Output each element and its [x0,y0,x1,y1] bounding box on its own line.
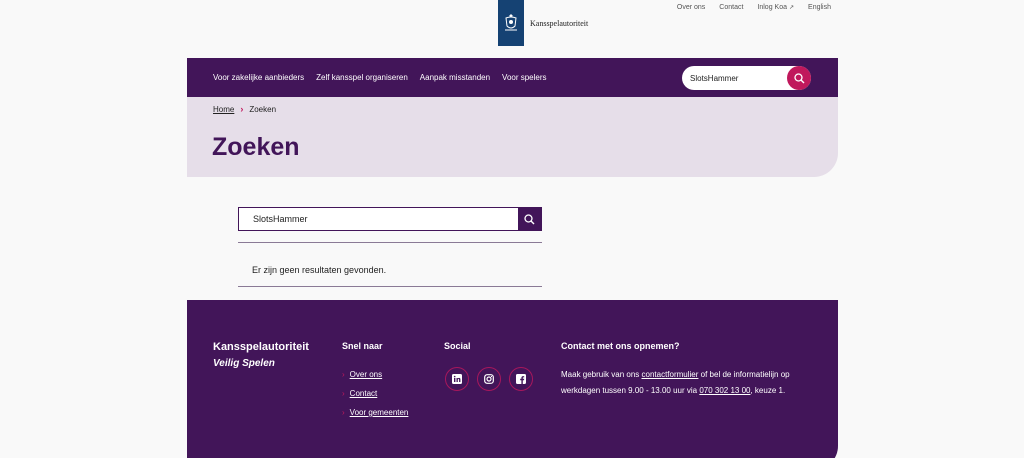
footer-quick-heading: Snel naar [342,341,383,351]
chevron-right-icon: › [342,370,345,379]
footer-link-contact[interactable]: Contact [350,389,378,398]
external-link-icon: ↗ [789,5,795,11]
breadcrumb-home[interactable]: Home [213,105,234,114]
hero: Home › Zoeken Zoeken [187,97,838,177]
footer-quick-links: › Over ons › Contact › Voor gemeenten [342,370,408,417]
nav-search [682,66,811,90]
nav-search-input[interactable] [690,71,785,85]
phone-link[interactable]: 070 302 13 00 [699,386,750,395]
footer-link-over-ons[interactable]: Over ons [350,370,382,379]
utility-nav: Over ons Contact Inlog Koa ↗ English [677,4,831,11]
instagram-button[interactable] [477,367,501,391]
main-search [238,207,542,231]
footer-contact-heading: Contact met ons opnemen? [561,341,680,351]
footer-link-item: › Over ons [342,370,408,379]
utility-link-inlog-koa[interactable]: Inlog Koa ↗ [757,4,794,11]
instagram-icon [484,374,494,384]
search-button[interactable] [518,208,541,230]
contactformulier-link[interactable]: contactformulier [642,370,699,379]
footer-link-voor-gemeenten[interactable]: Voor gemeenten [350,408,409,417]
linkedin-button[interactable] [445,367,469,391]
contact-text-3: , keuze 1. [750,386,786,395]
page: Kansspelautoriteit Over ons Contact Inlo… [0,0,1024,458]
utility-link-inlog-koa-label: Inlog Koa [757,4,787,11]
chevron-right-icon: › [240,104,244,114]
nav-search-button[interactable] [787,66,811,90]
no-results-message: Er zijn geen resultaten gevonden. [252,265,387,275]
search-input[interactable] [253,212,513,226]
utility-link-contact[interactable]: Contact [719,4,743,11]
main-nav: Voor zakelijke aanbieders Zelf kansspel … [187,58,838,97]
nav-items: Voor zakelijke aanbieders Zelf kansspel … [213,58,547,97]
linkedin-icon [452,374,462,384]
nav-item-kansspel-organiseren[interactable]: Zelf kansspel organiseren [316,73,408,82]
page-title: Zoeken [212,133,300,161]
nav-item-aanpak-misstanden[interactable]: Aanpak misstanden [420,73,490,82]
divider [238,286,542,287]
rijksoverheid-logo[interactable] [498,0,524,46]
footer-social [445,367,533,391]
logo-text: Kansspelautoriteit [530,19,589,28]
facebook-icon [516,374,526,384]
footer: Kansspelautoriteit Veilig Spelen Snel na… [187,300,838,458]
footer-social-heading: Social [444,341,471,351]
chevron-right-icon: › [342,408,345,417]
divider [238,242,542,243]
nav-item-zakelijke-aanbieders[interactable]: Voor zakelijke aanbieders [213,73,304,82]
facebook-button[interactable] [509,367,533,391]
footer-contact-text: Maak gebruik van ons contactformulier of… [561,367,821,399]
footer-link-item: › Contact [342,389,408,398]
footer-tagline: Veilig Spelen [213,358,275,369]
coat-of-arms-icon [505,14,517,31]
nav-item-voor-spelers[interactable]: Voor spelers [502,73,546,82]
breadcrumb-current: Zoeken [249,104,277,114]
search-icon [793,72,804,83]
utility-link-english[interactable]: English [808,4,831,11]
chevron-right-icon: › [342,389,345,398]
contact-text-1: Maak gebruik van ons [561,370,642,379]
utility-link-over-ons[interactable]: Over ons [677,4,705,11]
breadcrumb: Home › Zoeken [213,104,276,114]
footer-brand: Kansspelautoriteit [213,341,309,353]
footer-link-item: › Voor gemeenten [342,408,408,417]
search-icon [524,213,535,224]
